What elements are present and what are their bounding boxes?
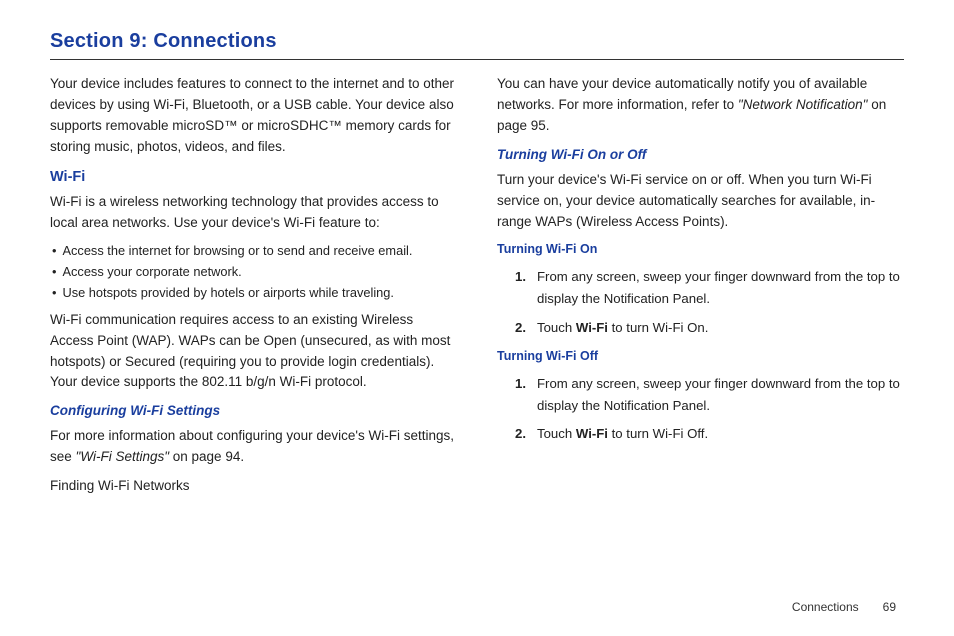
left-column: Your device includes features to connect… [50,74,457,505]
configuring-text: For more information about configuring y… [50,426,457,468]
turning-off-steps: 1. From any screen, sweep your finger do… [497,373,904,446]
turning-on-steps: 1. From any screen, sweep your finger do… [497,266,904,339]
step-text: From any screen, sweep your finger downw… [537,266,904,311]
bullet-icon: • [52,263,56,281]
intro-paragraph: Your device includes features to connect… [50,74,457,158]
turning-on-heading: Turning Wi-Fi On [497,240,904,259]
bullet-item: • Use hotspots provided by hotels or air… [50,284,457,302]
bullet-text: Access your corporate network. [62,263,241,281]
step-number: 2. [515,317,537,339]
cfg-reference: "Wi-Fi Settings" [76,449,169,464]
bullet-text: Access the internet for browsing or to s… [62,242,412,260]
step-text: From any screen, sweep your finger downw… [537,373,904,418]
bullet-icon: • [52,242,56,260]
step-item: 1. From any screen, sweep your finger do… [497,373,904,418]
step-number: 1. [515,373,537,418]
two-column-layout: Your device includes features to connect… [50,74,904,505]
wifi-bullet-list: • Access the internet for browsing or to… [50,242,457,302]
bullet-item: • Access the internet for browsing or to… [50,242,457,260]
wifi-requirements: Wi-Fi communication requires access to a… [50,310,457,394]
wifi-heading: Wi-Fi [50,166,457,188]
step-pre: Touch [537,320,576,335]
step-text: Touch Wi-Fi to turn Wi-Fi Off. [537,423,708,445]
step-bold: Wi-Fi [576,426,608,441]
finding-networks-heading: Finding Wi-Fi Networks [50,476,457,497]
right-column: You can have your device automatically n… [497,74,904,505]
step-number: 1. [515,266,537,311]
page-footer: Connections 69 [792,600,896,614]
notify-reference: "Network Notification" [738,97,868,112]
bullet-icon: • [52,284,56,302]
bullet-text: Use hotspots provided by hotels or airpo… [62,284,393,302]
turning-off-heading: Turning Wi-Fi Off [497,347,904,366]
page: Section 9: Connections Your device inclu… [0,0,954,636]
notify-paragraph: You can have your device automatically n… [497,74,904,137]
step-post: to turn Wi-Fi Off. [608,426,708,441]
cfg-post: on page 94. [169,449,244,464]
step-text: Touch Wi-Fi to turn Wi-Fi On. [537,317,708,339]
configuring-heading: Configuring Wi-Fi Settings [50,401,457,422]
step-item: 2. Touch Wi-Fi to turn Wi-Fi Off. [497,423,904,445]
turning-onoff-heading: Turning Wi-Fi On or Off [497,145,904,166]
turning-onoff-text: Turn your device's Wi-Fi service on or o… [497,170,904,233]
step-bold: Wi-Fi [576,320,608,335]
step-pre: Touch [537,426,576,441]
step-item: 1. From any screen, sweep your finger do… [497,266,904,311]
wifi-intro: Wi-Fi is a wireless networking technolog… [50,192,457,234]
step-post: to turn Wi-Fi On. [608,320,708,335]
footer-section-label: Connections [792,600,859,614]
section-title: Section 9: Connections [50,30,904,60]
step-number: 2. [515,423,537,445]
footer-page-number: 69 [883,600,896,614]
bullet-item: • Access your corporate network. [50,263,457,281]
step-item: 2. Touch Wi-Fi to turn Wi-Fi On. [497,317,904,339]
